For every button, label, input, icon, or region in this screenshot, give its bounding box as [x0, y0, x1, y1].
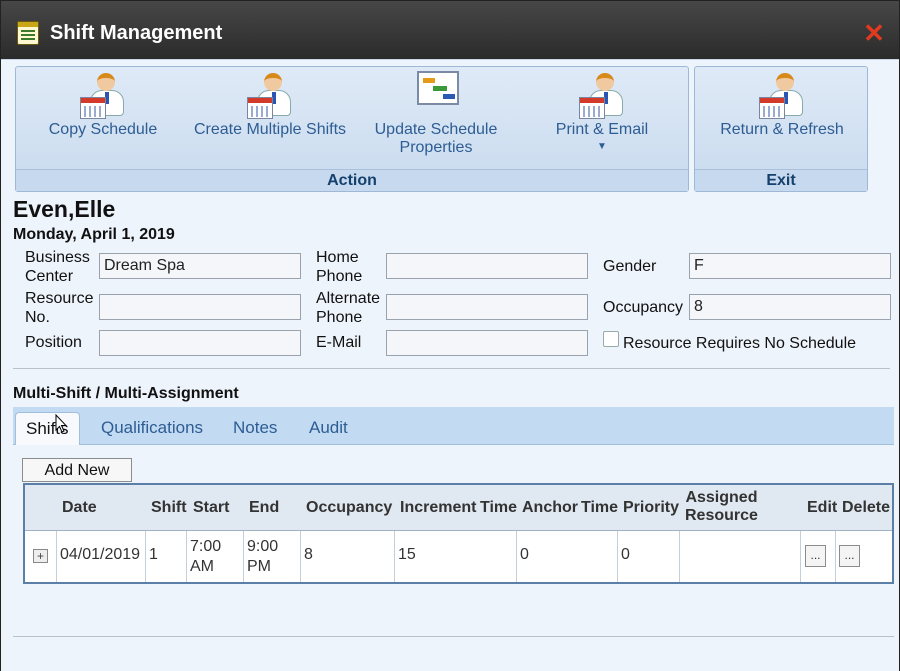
- divider: [13, 368, 890, 369]
- copy-schedule-label: Copy Schedule: [48, 121, 158, 138]
- close-icon[interactable]: ✕: [863, 20, 885, 46]
- col-assigned-resource[interactable]: Assigned Resource: [685, 489, 758, 525]
- occupancy-field[interactable]: [689, 294, 891, 320]
- col-anchor-time[interactable]: Time: [581, 499, 618, 517]
- tab-qualifications[interactable]: Qualifications: [101, 412, 203, 445]
- tab-audit[interactable]: Audit: [309, 412, 348, 445]
- cell-assigned-resource: [680, 531, 801, 582]
- col-edit: Edit: [807, 499, 838, 516]
- delete-row-button[interactable]: ...: [839, 545, 860, 567]
- col-increment[interactable]: Increment: [400, 499, 476, 517]
- tab-notes[interactable]: Notes: [233, 412, 277, 445]
- email-label: E-Mail: [316, 334, 362, 351]
- print-email-label: Print & Email: [555, 121, 649, 138]
- position-label: Position: [25, 334, 82, 351]
- position-field[interactable]: [99, 330, 301, 356]
- return-refresh-label: Return & Refresh: [720, 121, 844, 138]
- cell-increment: 15: [395, 531, 517, 582]
- dropdown-arrow-icon[interactable]: ▼: [546, 141, 658, 152]
- no-schedule-label: Resource Requires No Schedule: [623, 335, 857, 352]
- occupancy-label: Occupancy: [603, 299, 684, 316]
- cell-anchor: 0: [517, 531, 618, 582]
- action-group-label: Action: [16, 169, 688, 191]
- gender-label: Gender: [603, 258, 657, 275]
- col-increment-time[interactable]: Time: [480, 499, 517, 517]
- home-phone-field[interactable]: [386, 253, 588, 279]
- home-phone-label: Home Phone: [316, 249, 363, 285]
- col-start[interactable]: Start: [193, 499, 229, 517]
- business-center-label: Business Center: [25, 249, 90, 285]
- expand-row-icon[interactable]: +: [33, 549, 48, 563]
- exit-group-label: Exit: [695, 169, 867, 191]
- col-end[interactable]: End: [249, 499, 279, 517]
- resource-no-field[interactable]: [99, 294, 301, 320]
- edit-row-button[interactable]: ...: [805, 545, 826, 567]
- col-priority[interactable]: Priority: [623, 499, 679, 517]
- gantt-chart-icon: [413, 71, 459, 121]
- tab-bar: Shifts Qualifications Notes Audit: [13, 407, 894, 445]
- section-title: Multi-Shift / Multi-Assignment: [13, 385, 239, 402]
- copy-schedule-button[interactable]: Copy Schedule: [44, 67, 162, 139]
- window-content: Copy Schedule Create Multiple Shifts Upd…: [1, 59, 899, 671]
- schedule-person-icon: [579, 71, 625, 121]
- col-date[interactable]: Date: [62, 499, 97, 517]
- col-delete: Delete: [842, 499, 891, 516]
- col-anchor[interactable]: Anchor: [522, 499, 578, 517]
- schedule-date: Monday, April 1, 2019: [13, 226, 175, 243]
- alternate-phone-label: Alternate Phone: [316, 290, 381, 326]
- alternate-phone-field[interactable]: [386, 294, 588, 320]
- window-app-icon: [17, 21, 39, 45]
- shifts-grid: Date Shift Start End Occupancy Increment…: [23, 483, 894, 584]
- gender-field[interactable]: [689, 253, 891, 279]
- ribbon-action-group: Copy Schedule Create Multiple Shifts Upd…: [15, 66, 689, 192]
- cell-occupancy: 8: [301, 531, 395, 582]
- cell-date: 04/01/2019: [57, 531, 146, 582]
- update-schedule-properties-button[interactable]: Update Schedule Properties: [366, 67, 506, 157]
- email-field[interactable]: [386, 330, 588, 356]
- print-email-button[interactable]: Print & Email ▼: [546, 67, 658, 152]
- table-row[interactable]: + 04/01/2019 1 7:00 AM 9:00 PM 8 15 0 0 ..…: [25, 531, 892, 582]
- cell-priority: 0: [618, 531, 680, 582]
- schedule-person-icon: [759, 71, 805, 121]
- col-occupancy[interactable]: Occupancy: [306, 499, 392, 517]
- cell-start: 7:00 AM: [187, 531, 244, 582]
- resource-name: Even,Elle: [13, 196, 116, 222]
- business-center-field[interactable]: [99, 253, 301, 279]
- footer-divider: [13, 636, 894, 637]
- cell-end: 9:00 PM: [244, 531, 301, 582]
- col-shift[interactable]: Shift: [151, 499, 187, 517]
- create-multiple-shifts-button[interactable]: Create Multiple Shifts: [190, 67, 350, 139]
- tab-shifts[interactable]: Shifts: [15, 412, 80, 445]
- grid-header: Date Shift Start End Occupancy Increment…: [25, 485, 892, 531]
- no-schedule-checkbox[interactable]: [603, 331, 619, 347]
- title-bar: Shift Management ✕: [1, 1, 899, 59]
- mouse-cursor-icon: [55, 414, 67, 433]
- shift-management-window: Shift Management ✕ Copy Schedule Create …: [0, 0, 900, 671]
- resource-no-label: Resource No.: [25, 290, 94, 326]
- update-schedule-properties-label: Update Schedule: [374, 121, 498, 138]
- schedule-person-icon: [80, 71, 126, 121]
- add-new-shift-button[interactable]: Add New Shift: [22, 458, 132, 501]
- update-schedule-properties-label-2: Properties: [399, 139, 473, 156]
- window-title: Shift Management: [50, 22, 223, 44]
- create-multiple-shifts-label: Create Multiple Shifts: [193, 121, 347, 138]
- ribbon-exit-group: Return & Refresh Exit: [694, 66, 868, 192]
- cell-shift: 1: [146, 531, 187, 582]
- schedule-person-icon: [247, 71, 293, 121]
- return-refresh-button[interactable]: Return & Refresh: [715, 67, 849, 139]
